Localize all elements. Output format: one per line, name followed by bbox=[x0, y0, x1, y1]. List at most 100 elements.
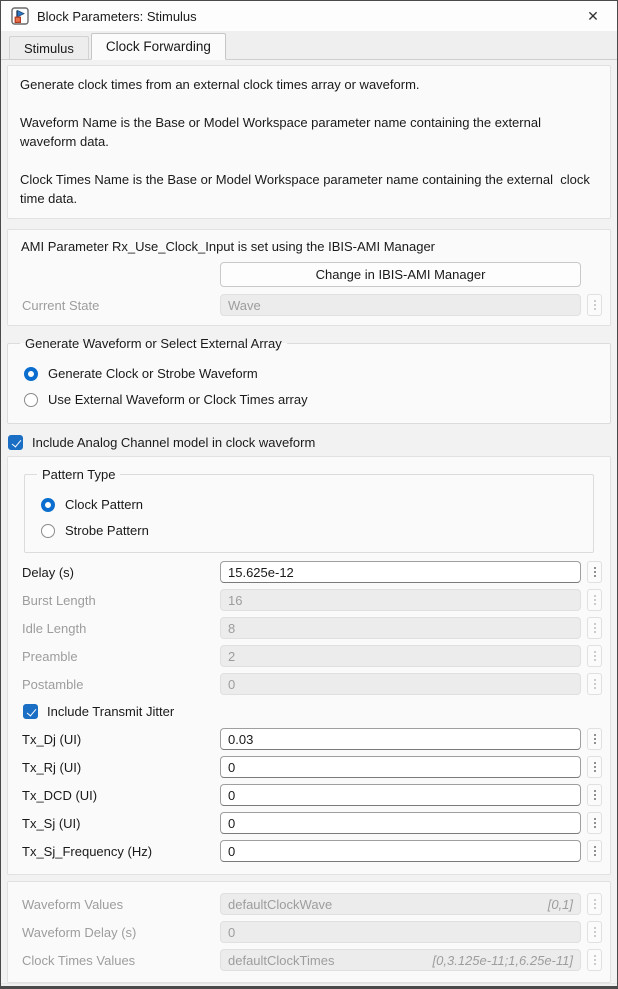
tx-dcd-row: Tx_DCD (UI) bbox=[16, 784, 602, 806]
pattern-type-group: Pattern Type Clock Pattern Strobe Patter… bbox=[24, 467, 594, 553]
use-external-radio[interactable] bbox=[24, 393, 38, 407]
burst-length-menu-icon bbox=[587, 589, 602, 611]
idle-length-menu-icon bbox=[587, 617, 602, 639]
include-transmit-jitter-label: Include Transmit Jitter bbox=[47, 704, 174, 719]
titlebar: Block Parameters: Stimulus ✕ bbox=[1, 1, 617, 31]
waveform-values-field: defaultClockWave [0,1] bbox=[220, 893, 581, 915]
current-state-label: Current State bbox=[22, 298, 220, 313]
postamble-input bbox=[220, 673, 581, 695]
include-analog-channel-label: Include Analog Channel model in clock wa… bbox=[32, 435, 315, 450]
tx-sj-label: Tx_Sj (UI) bbox=[22, 816, 220, 831]
pattern-type-group-legend: Pattern Type bbox=[37, 467, 120, 482]
clock-times-values-menu-icon bbox=[587, 949, 602, 971]
idle-length-row: Idle Length bbox=[16, 617, 602, 639]
strobe-pattern-radio-row[interactable]: Strobe Pattern bbox=[33, 523, 585, 538]
delay-label: Delay (s) bbox=[22, 565, 220, 580]
preamble-menu-icon bbox=[587, 645, 602, 667]
waveform-values-value: defaultClockWave bbox=[228, 897, 548, 912]
tx-dcd-menu-icon[interactable] bbox=[587, 784, 602, 806]
tx-dj-input[interactable] bbox=[220, 728, 581, 750]
delay-input[interactable] bbox=[220, 561, 581, 583]
burst-length-label: Burst Length bbox=[22, 593, 220, 608]
tx-sj-input[interactable] bbox=[220, 812, 581, 834]
tab-clock-forwarding[interactable]: Clock Forwarding bbox=[91, 33, 226, 60]
tx-sj-menu-icon[interactable] bbox=[587, 812, 602, 834]
ami-info-text: AMI Parameter Rx_Use_Clock_Input is set … bbox=[16, 238, 602, 255]
block-parameters-dialog: Block Parameters: Stimulus ✕ Stimulus Cl… bbox=[0, 0, 618, 989]
label-spacer bbox=[16, 262, 220, 287]
tx-sj-frequency-menu-icon[interactable] bbox=[587, 840, 602, 862]
include-transmit-jitter-row[interactable]: Include Transmit Jitter bbox=[23, 704, 602, 719]
preamble-row: Preamble bbox=[16, 645, 602, 667]
clock-times-values-label: Clock Times Values bbox=[22, 953, 220, 968]
postamble-row: Postamble bbox=[16, 673, 602, 695]
waveform-delay-menu-icon bbox=[587, 921, 602, 943]
generate-clock-radio[interactable] bbox=[24, 367, 38, 381]
tx-rj-label: Tx_Rj (UI) bbox=[22, 760, 220, 775]
waveform-values-size-hint: [0,1] bbox=[548, 897, 573, 912]
burst-length-row: Burst Length bbox=[16, 589, 602, 611]
idle-length-input bbox=[220, 617, 581, 639]
description-line-2: Waveform Name is the Base or Model Works… bbox=[20, 113, 598, 151]
generate-waveform-group: Generate Waveform or Select External Arr… bbox=[7, 336, 611, 424]
window-title: Block Parameters: Stimulus bbox=[37, 9, 579, 24]
include-transmit-jitter-checkbox[interactable] bbox=[23, 704, 38, 719]
waveform-delay-value: 0 bbox=[228, 925, 573, 940]
postamble-menu-icon bbox=[587, 673, 602, 695]
tx-sj-frequency-input[interactable] bbox=[220, 840, 581, 862]
clock-times-values-field: defaultClockTimes [0,3.125e-11;1,6.25e-1… bbox=[220, 949, 581, 971]
tx-rj-input[interactable] bbox=[220, 756, 581, 778]
waveform-delay-field: 0 bbox=[220, 921, 581, 943]
delay-row: Delay (s) bbox=[16, 561, 602, 583]
delay-menu-icon[interactable] bbox=[587, 561, 602, 583]
description-panel: Generate clock times from an external cl… bbox=[7, 65, 611, 219]
tx-sj-frequency-label: Tx_Sj_Frequency (Hz) bbox=[22, 844, 220, 859]
ami-parameter-panel: AMI Parameter Rx_Use_Clock_Input is set … bbox=[7, 229, 611, 326]
strobe-pattern-radio-label: Strobe Pattern bbox=[65, 523, 149, 538]
current-state-row: Current State Wave bbox=[16, 294, 602, 316]
tx-rj-row: Tx_Rj (UI) bbox=[16, 756, 602, 778]
current-state-value: Wave bbox=[228, 298, 573, 313]
change-in-ibis-ami-manager-button[interactable]: Change in IBIS-AMI Manager bbox=[220, 262, 581, 287]
generate-waveform-group-legend: Generate Waveform or Select External Arr… bbox=[20, 336, 287, 351]
postamble-label: Postamble bbox=[22, 677, 220, 692]
tx-dcd-label: Tx_DCD (UI) bbox=[22, 788, 220, 803]
tx-rj-menu-icon[interactable] bbox=[587, 756, 602, 778]
tx-dj-row: Tx_Dj (UI) bbox=[16, 728, 602, 750]
generate-clock-radio-label: Generate Clock or Strobe Waveform bbox=[48, 366, 258, 381]
simulink-block-icon bbox=[11, 7, 29, 25]
clock-times-values-size-hint: [0,3.125e-11;1,6.25e-11] bbox=[433, 953, 573, 968]
current-state-menu-icon bbox=[587, 294, 602, 316]
waveform-values-menu-icon bbox=[587, 893, 602, 915]
current-state-field: Wave bbox=[220, 294, 581, 316]
tx-dj-menu-icon[interactable] bbox=[587, 728, 602, 750]
tx-dcd-input[interactable] bbox=[220, 784, 581, 806]
generate-clock-radio-row[interactable]: Generate Clock or Strobe Waveform bbox=[16, 366, 602, 381]
burst-length-input bbox=[220, 589, 581, 611]
clock-times-values-value: defaultClockTimes bbox=[228, 953, 433, 968]
clock-pattern-radio-row[interactable]: Clock Pattern bbox=[33, 497, 585, 512]
use-external-radio-label: Use External Waveform or Clock Times arr… bbox=[48, 392, 308, 407]
clock-pattern-radio[interactable] bbox=[41, 498, 55, 512]
waveform-delay-row: Waveform Delay (s) 0 bbox=[16, 921, 602, 943]
include-analog-channel-row[interactable]: Include Analog Channel model in clock wa… bbox=[7, 435, 611, 450]
tab-stimulus[interactable]: Stimulus bbox=[9, 36, 89, 59]
waveform-delay-label: Waveform Delay (s) bbox=[22, 925, 220, 940]
tab-content: Generate clock times from an external cl… bbox=[1, 60, 617, 986]
waveform-values-row: Waveform Values defaultClockWave [0,1] bbox=[16, 893, 602, 915]
description-line-3: Clock Times Name is the Base or Model Wo… bbox=[20, 170, 598, 208]
use-external-radio-row[interactable]: Use External Waveform or Clock Times arr… bbox=[16, 392, 602, 407]
preamble-label: Preamble bbox=[22, 649, 220, 664]
waveform-values-label: Waveform Values bbox=[22, 897, 220, 912]
tx-sj-frequency-row: Tx_Sj_Frequency (Hz) bbox=[16, 840, 602, 862]
tx-sj-row: Tx_Sj (UI) bbox=[16, 812, 602, 834]
clock-parameters-panel: Pattern Type Clock Pattern Strobe Patter… bbox=[7, 456, 611, 875]
clock-times-values-row: Clock Times Values defaultClockTimes [0,… bbox=[16, 949, 602, 971]
include-analog-channel-checkbox[interactable] bbox=[8, 435, 23, 450]
description-line-1: Generate clock times from an external cl… bbox=[20, 75, 598, 94]
close-icon[interactable]: ✕ bbox=[579, 4, 607, 28]
clock-pattern-radio-label: Clock Pattern bbox=[65, 497, 143, 512]
strobe-pattern-radio[interactable] bbox=[41, 524, 55, 538]
tx-dj-label: Tx_Dj (UI) bbox=[22, 732, 220, 747]
tab-bar: Stimulus Clock Forwarding bbox=[1, 31, 617, 60]
